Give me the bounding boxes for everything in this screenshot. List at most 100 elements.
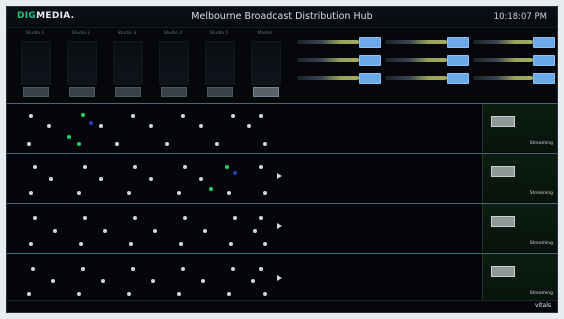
node-dot[interactable] [263, 191, 267, 195]
node-dot[interactable] [177, 292, 181, 296]
route-button[interactable] [533, 55, 555, 66]
node-dot[interactable] [179, 242, 183, 246]
node-dot[interactable] [201, 279, 205, 283]
audio-channel-button[interactable] [69, 87, 95, 97]
audio-channel-button[interactable] [253, 87, 279, 97]
node-dot[interactable] [231, 114, 235, 118]
route-button[interactable] [447, 37, 469, 48]
node-dot[interactable] [133, 165, 137, 169]
node-dot[interactable] [215, 142, 219, 146]
route-button[interactable] [447, 73, 469, 84]
node-dot[interactable] [263, 242, 267, 246]
node-dot[interactable] [53, 229, 57, 233]
node-dot-active[interactable] [81, 113, 85, 117]
node-dot[interactable] [231, 267, 235, 271]
node-dot[interactable] [77, 191, 81, 195]
node-dot[interactable] [29, 114, 33, 118]
node-dot[interactable] [129, 242, 133, 246]
node-dot[interactable] [263, 142, 267, 146]
node-dot[interactable] [203, 229, 207, 233]
node-dot[interactable] [151, 279, 155, 283]
node-dot[interactable] [227, 292, 231, 296]
node-dot[interactable] [115, 142, 119, 146]
node-dot[interactable] [127, 191, 131, 195]
node-dot[interactable] [103, 229, 107, 233]
node-dot[interactable] [83, 165, 87, 169]
node-dot-active[interactable] [77, 142, 81, 146]
node-dot[interactable] [149, 124, 153, 128]
status-action-button[interactable] [491, 166, 515, 177]
node-dot[interactable] [181, 267, 185, 271]
node-dot[interactable] [27, 142, 31, 146]
node-dot[interactable] [99, 124, 103, 128]
node-dot[interactable] [27, 292, 31, 296]
play-icon[interactable] [277, 173, 282, 179]
node-dot[interactable] [263, 292, 267, 296]
node-dot[interactable] [83, 216, 87, 220]
node-dot[interactable] [79, 242, 83, 246]
node-dot[interactable] [183, 216, 187, 220]
status-action-button[interactable] [491, 266, 515, 277]
node-dot[interactable] [181, 114, 185, 118]
audio-channel-button[interactable] [161, 87, 187, 97]
route-button[interactable] [359, 37, 381, 48]
node-dot[interactable] [133, 216, 137, 220]
route-button[interactable] [533, 73, 555, 84]
node-dot[interactable] [199, 177, 203, 181]
node-dot[interactable] [199, 124, 203, 128]
node-dot[interactable] [131, 267, 135, 271]
node-dot[interactable] [33, 216, 37, 220]
node-dot-alert[interactable] [89, 121, 93, 125]
node-dot[interactable] [165, 142, 169, 146]
node-dot[interactable] [247, 124, 251, 128]
status-action-button[interactable] [491, 216, 515, 227]
node-dot[interactable] [259, 216, 263, 220]
node-dot-alert[interactable] [233, 171, 237, 175]
node-dot[interactable] [149, 177, 153, 181]
node-dot[interactable] [177, 191, 181, 195]
top-bar: DIGMEDIA. Melbourne Broadcast Distributi… [7, 7, 557, 28]
distribution-rows: Streaming Streaming Streaming Streaming [7, 103, 557, 303]
status-action-button[interactable] [491, 116, 515, 127]
node-dot[interactable] [77, 292, 81, 296]
node-dot[interactable] [183, 165, 187, 169]
node-dot[interactable] [153, 229, 157, 233]
route-button[interactable] [359, 55, 381, 66]
node-dot[interactable] [99, 177, 103, 181]
node-dot[interactable] [29, 242, 33, 246]
node-dot[interactable] [51, 279, 55, 283]
node-dot[interactable] [127, 292, 131, 296]
node-dot[interactable] [81, 267, 85, 271]
node-dot-active[interactable] [225, 165, 229, 169]
node-dot[interactable] [101, 279, 105, 283]
node-dot[interactable] [259, 267, 263, 271]
audio-channel-button[interactable] [207, 87, 233, 97]
audio-channel-4: Studio 4 [153, 31, 193, 101]
node-dot-active[interactable] [209, 187, 213, 191]
node-grid [19, 157, 282, 199]
audio-channel-button[interactable] [115, 87, 141, 97]
node-dot[interactable] [251, 279, 255, 283]
distribution-row: Streaming [7, 103, 557, 152]
play-icon[interactable] [277, 223, 282, 229]
node-dot[interactable] [31, 267, 35, 271]
node-dot[interactable] [29, 191, 33, 195]
node-dot[interactable] [33, 165, 37, 169]
play-icon[interactable] [277, 275, 282, 281]
node-dot-active[interactable] [67, 135, 71, 139]
node-dot[interactable] [233, 216, 237, 220]
node-dot[interactable] [47, 124, 51, 128]
node-dot[interactable] [253, 229, 257, 233]
audio-channel-2: Studio 2 [61, 31, 101, 101]
node-dot[interactable] [227, 191, 231, 195]
audio-channel-button[interactable] [23, 87, 49, 97]
status-text: Streaming [529, 241, 553, 246]
node-dot[interactable] [259, 165, 263, 169]
route-button[interactable] [533, 37, 555, 48]
route-button[interactable] [359, 73, 381, 84]
node-dot[interactable] [131, 114, 135, 118]
node-dot[interactable] [229, 242, 233, 246]
route-button[interactable] [447, 55, 469, 66]
node-dot[interactable] [259, 114, 263, 118]
node-dot[interactable] [49, 177, 53, 181]
